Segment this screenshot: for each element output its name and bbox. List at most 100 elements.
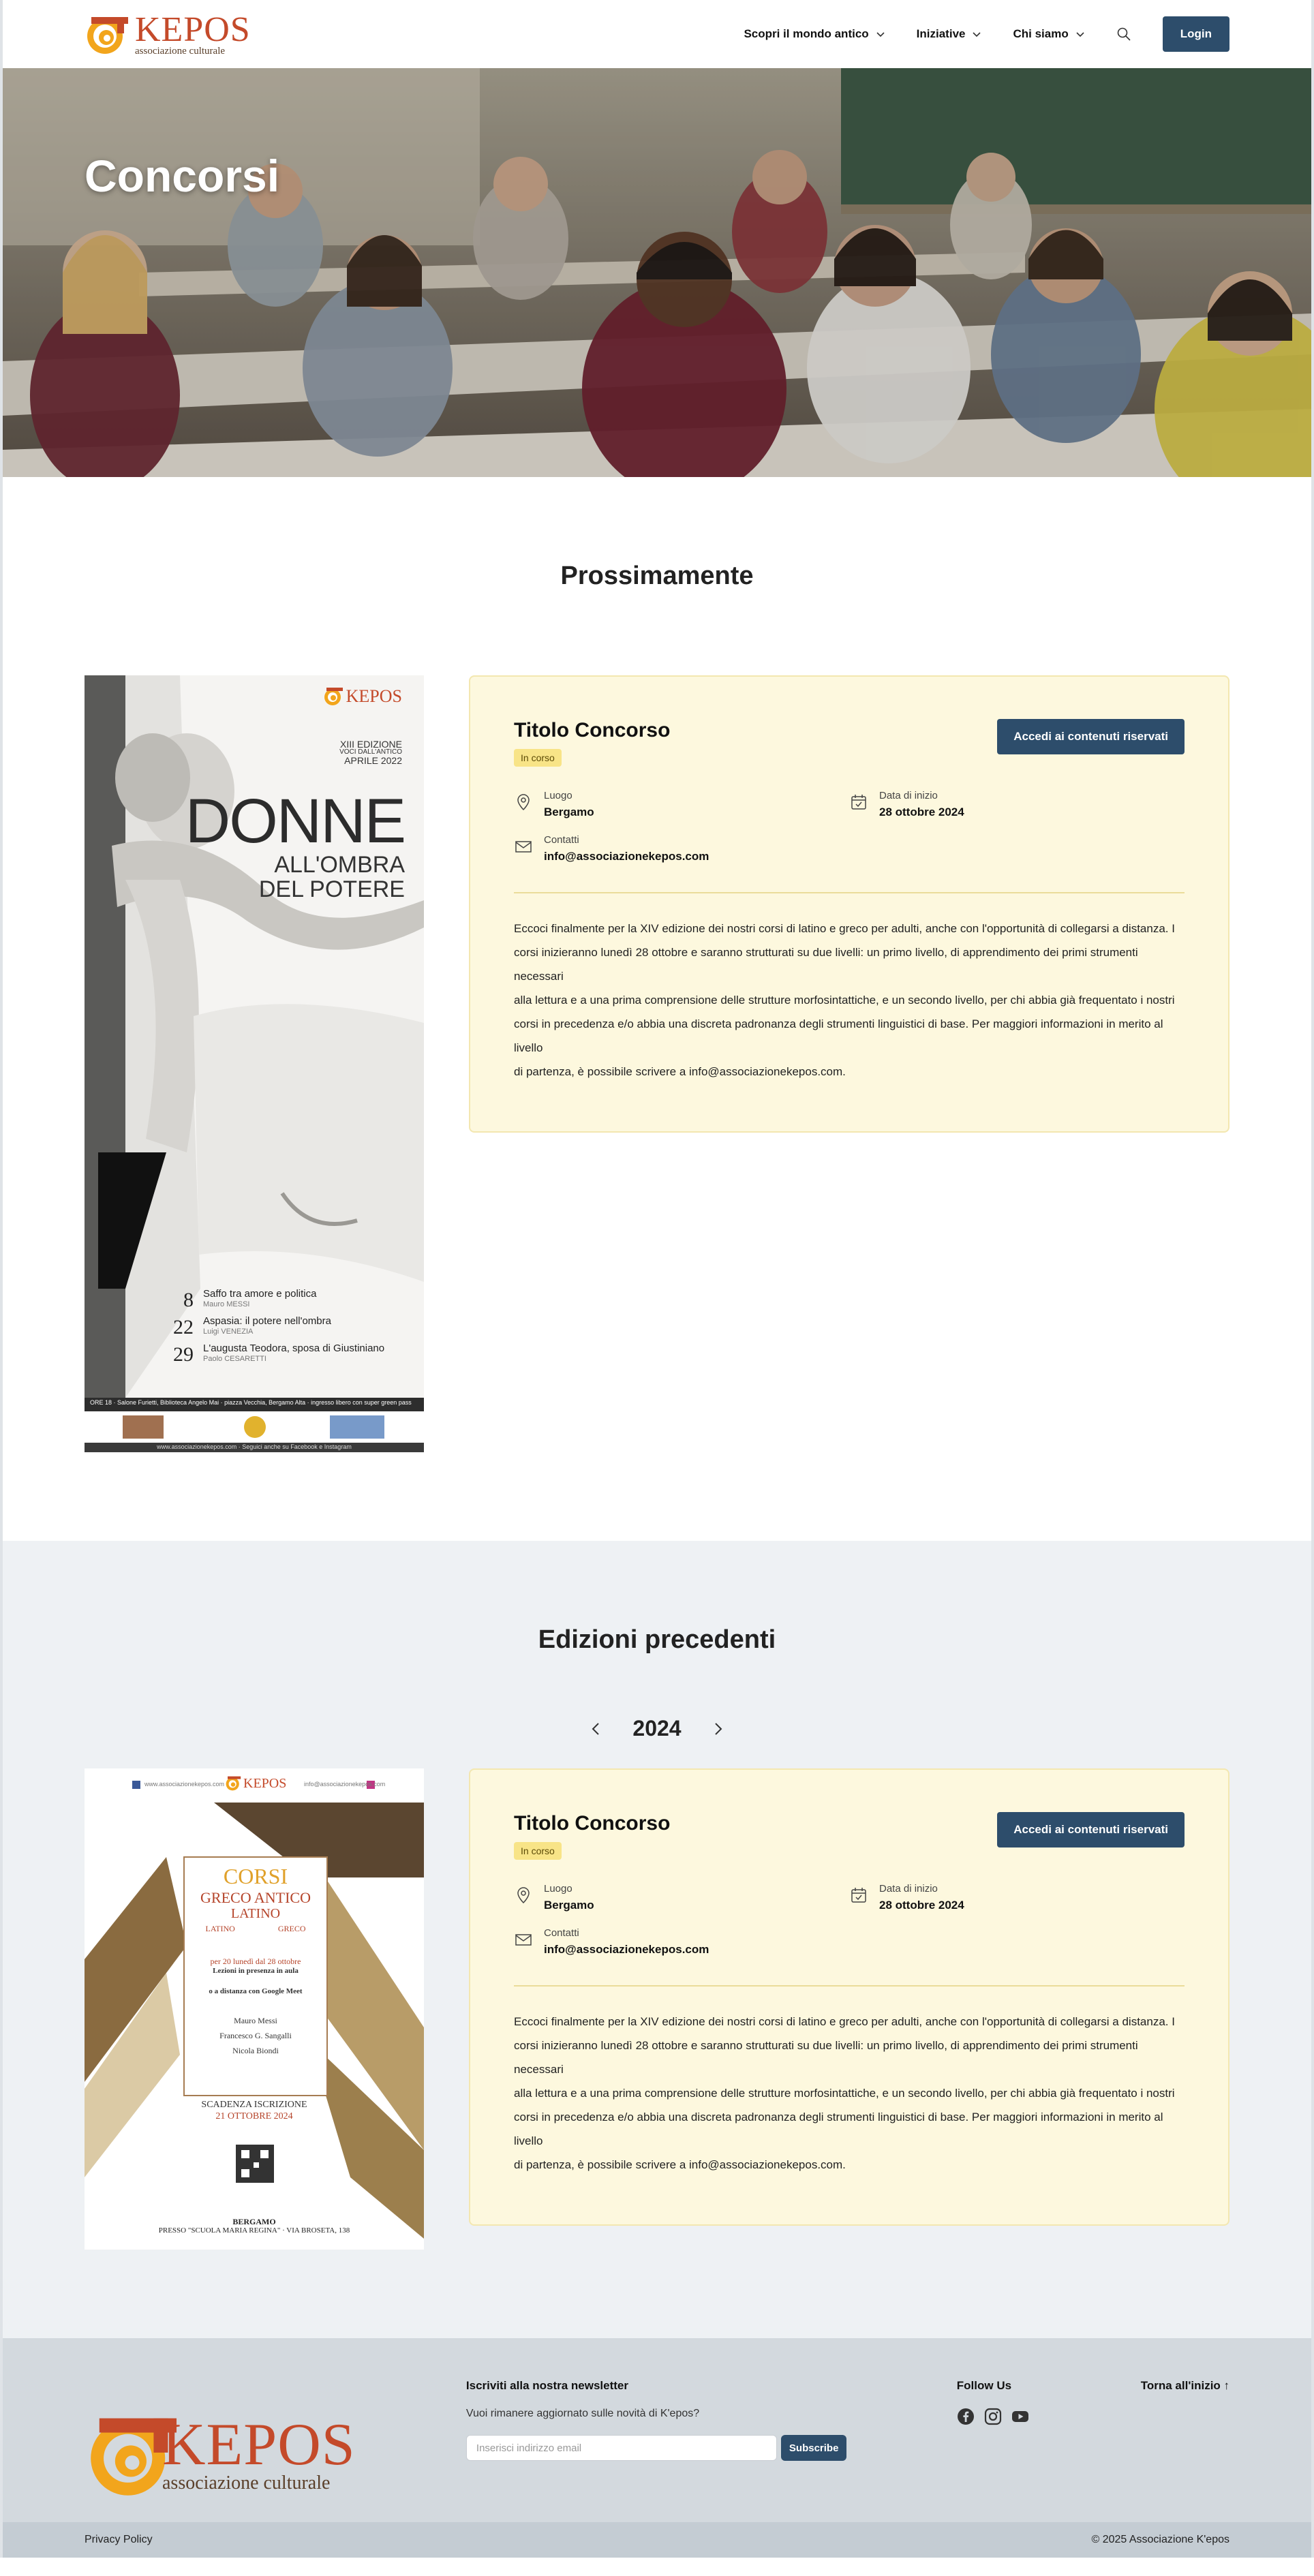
poster-dates: per 20 lunedì dal 28 ottobre	[210, 1956, 301, 1966]
info-date: Data di inizio 28 ottobre 2024	[849, 1883, 1185, 1912]
poster-greco-antico: GRECO ANTICO	[200, 1888, 311, 1906]
description-line: corsi in precedenza e/o abbia una discre…	[514, 1017, 1163, 1054]
description-line: alla lettura e a una prima comprensione …	[514, 994, 1175, 1007]
description-line: Eccoci finalmente per la XIV edizione de…	[514, 922, 1175, 935]
social-links: Follow Us	[957, 2379, 1141, 2522]
calendar-check-icon	[851, 795, 866, 810]
poster-event-text: Aspasia: il potere nell'ombra Luigi VENEZ…	[203, 1315, 331, 1336]
youtube-icon[interactable]	[1011, 2408, 1029, 2425]
info-date: Data di inizio 28 ottobre 2024	[849, 790, 1185, 819]
back-to-top-link[interactable]: Torna all'inizio ↑	[1141, 2379, 1229, 2522]
upcoming-section: Prossimamente KEPOS XIII EDIZIONE VOCI D…	[3, 477, 1311, 1541]
instagram-icon[interactable]	[984, 2408, 1002, 2425]
mail-icon	[515, 1934, 532, 1946]
nav-label: Scopri il mondo antico	[744, 27, 869, 40]
poster-deadline: SCADENZA ISCRIZIONE 21 OTTOBRE 2024	[85, 2100, 424, 2123]
contest-poster[interactable]: KEPOS XIII EDIZIONE VOCI DALL'ANTICO APR…	[85, 675, 424, 1452]
poster-distanza: o a distanza con Google Meet	[209, 1987, 303, 1996]
description-line: di partenza, è possibile scrivere a info…	[514, 2158, 846, 2171]
description-line: alla lettura e a una prima comprensione …	[514, 2087, 1175, 2100]
contest-title: Titolo Concorso	[514, 1812, 671, 1835]
description-line: corsi in precedenza e/o abbia una discre…	[514, 2111, 1163, 2147]
nav-item-iniziative[interactable]: Iniziative	[917, 27, 982, 41]
poster-latino: LATINO	[230, 1906, 281, 1922]
info-contact: Contatti info@associazionekepos.com	[514, 834, 849, 863]
poster-event-speaker: Paolo CESARETTI	[203, 1354, 266, 1363]
contest-description: Eccoci finalmente per la XIV edizione de…	[514, 917, 1185, 1084]
poster-events: 8 Saffo tra amore e politica Mauro MESSI …	[159, 1288, 384, 1366]
newsletter-text: Vuoi rimanere aggiornato sulle novità di…	[465, 2408, 700, 2419]
site-logo[interactable]: KEPOS associazione culturale	[85, 12, 251, 57]
mail-icon	[515, 841, 532, 853]
poster-title-1: DONNE	[185, 786, 406, 856]
location-pin-icon	[517, 1887, 530, 1904]
site-footer: KEPOS associazione culturale Iscriviti a…	[3, 2338, 1311, 2558]
description-line: di partenza, è possibile scrivere a info…	[514, 1065, 846, 1078]
subscribe-button[interactable]: Subscribe	[780, 2435, 847, 2461]
poster-title-2: ALL'OMBRA	[274, 852, 405, 878]
poster-address: PRESSO "SCUOLA MARIA REGINA" · VIA BROSE…	[158, 2226, 350, 2235]
nav-item-mondo-antico[interactable]: Scopri il mondo antico	[744, 27, 885, 41]
info-place: Luogo Bergamo	[514, 1883, 849, 1912]
main-nav: Scopri il mondo antico Iniziative Chi si…	[744, 16, 1229, 52]
poster-mail: info@associazionekepos.com	[304, 1781, 386, 1788]
poster-headline: DONNE ALL'OMBRA DEL POTERE	[185, 786, 406, 902]
poster-latino-label: LATINO	[205, 1924, 235, 1934]
contact-label: Contatti	[544, 834, 579, 846]
current-year: 2024	[632, 1716, 682, 1741]
poster-event: 22 Aspasia: il potere nell'ombra Luigi VE…	[159, 1315, 384, 1339]
contest-row: www.associazionekepos.com KEPOS info@ass…	[3, 1768, 1311, 2250]
poster-event-speaker: Luigi VENEZIA	[203, 1327, 254, 1336]
date-value: 28 ottobre 2024	[879, 1899, 964, 1912]
info-place: Luogo Bergamo	[514, 790, 849, 819]
poster-city: BERGAMO	[232, 2217, 276, 2226]
contest-card: Titolo Concorso In corso Accedi ai conte…	[469, 675, 1229, 1133]
description-line: corsi inizieranno lunedì 28 ottobre e sa…	[514, 946, 1138, 983]
poster-month: APRILE 2022	[344, 755, 402, 766]
nav-label: Iniziative	[916, 27, 966, 40]
poster-logo: KEPOS	[323, 686, 402, 707]
previous-editions-section: Edizioni precedenti 2024 www.associazion…	[3, 1541, 1311, 2338]
poster-event-day: 8	[183, 1289, 194, 1311]
footer-bottom-bar: Privacy Policy © 2025 Associazione K'epo…	[3, 2522, 1311, 2558]
nav-item-chi-siamo[interactable]: Chi siamo	[1013, 27, 1084, 41]
nav-label: Chi siamo	[1013, 27, 1069, 40]
login-button[interactable]: Login	[1162, 16, 1229, 52]
poster-deadline-label: SCADENZA ISCRIZIONE	[201, 2100, 307, 2110]
poster-venue: BERGAMO PRESSO "SCUOLA MARIA REGINA" · V…	[85, 2217, 424, 2236]
poster-levels: LATINO GRECO	[184, 1924, 327, 1934]
year-selector: 2024	[3, 1716, 1311, 1741]
footer-logo-name: KEPOS	[162, 2412, 356, 2478]
newsletter-email-input[interactable]	[465, 2435, 777, 2461]
poster-brand: KEPOS	[243, 1775, 287, 1791]
privacy-policy-link[interactable]: Privacy Policy	[85, 2534, 153, 2546]
chevron-right-icon[interactable]	[710, 1721, 725, 1736]
place-label: Luogo	[544, 1883, 572, 1895]
footer-logo[interactable]: KEPOS associazione culturale	[85, 2386, 466, 2522]
newsletter-form: Subscribe	[465, 2435, 957, 2461]
poster-event: 8 Saffo tra amore e politica Mauro MESSI	[159, 1288, 384, 1312]
poster-content: CORSI GRECO ANTICO LATINO LATINO GRECO pe…	[184, 1864, 327, 2055]
poster-greco-label: GRECO	[277, 1924, 306, 1934]
newsletter-title: Iscriviti alla nostra newsletter	[465, 2379, 629, 2392]
search-icon[interactable]	[1116, 27, 1131, 42]
chevron-left-icon[interactable]	[589, 1721, 604, 1736]
facebook-icon[interactable]	[957, 2408, 975, 2425]
poster-event-text: Saffo tra amore e politica Mauro MESSI	[203, 1288, 316, 1308]
info-contact: Contatti info@associazionekepos.com	[514, 1927, 849, 1957]
contest-poster[interactable]: www.associazionekepos.com KEPOS info@ass…	[85, 1768, 424, 2250]
poster-event-day: 29	[173, 1343, 194, 1366]
poster-event-text: L'augusta Teodora, sposa di Giustiniano P…	[203, 1343, 384, 1363]
contact-value[interactable]: info@associazionekepos.com	[544, 1943, 709, 1957]
poster-deadline-date: 21 OTTOBRE 2024	[215, 2111, 293, 2121]
section-title-previous: Edizioni precedenti	[538, 1625, 776, 1654]
contact-value[interactable]: info@associazionekepos.com	[544, 850, 709, 863]
copyright: © 2025 Associazione K'epos	[1091, 2534, 1229, 2545]
contest-card: Titolo Concorso In corso Accedi ai conte…	[469, 1768, 1229, 2226]
location-pin-icon	[517, 794, 530, 811]
contest-description: Eccoci finalmente per la XIV edizione de…	[514, 2010, 1185, 2177]
reserved-content-button[interactable]: Accedi ai contenuti riservati	[997, 719, 1185, 754]
reserved-content-button[interactable]: Accedi ai contenuti riservati	[997, 1812, 1185, 1847]
kepos-swirl-logo-icon	[87, 17, 128, 54]
page-title: Concorsi	[85, 151, 280, 201]
